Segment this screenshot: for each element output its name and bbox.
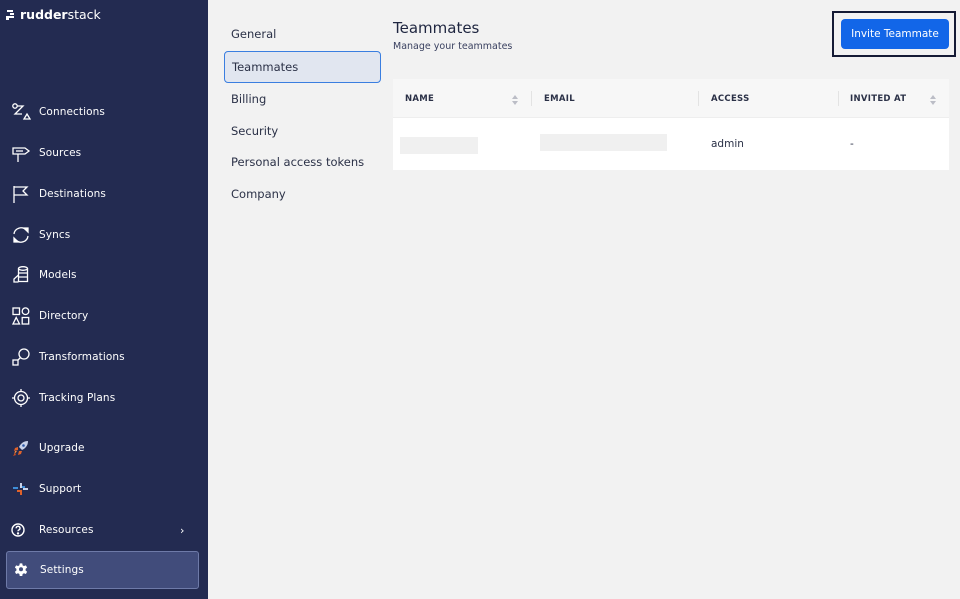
sidebar-item-label: Settings [40, 564, 84, 576]
page-subtitle: Manage your teammates [393, 41, 513, 52]
submenu-item-security[interactable]: Security [224, 115, 381, 147]
sidebar-item-models[interactable]: Models [0, 260, 208, 290]
sidebar-item-sources[interactable]: Sources [0, 138, 208, 168]
gear-icon [15, 561, 35, 581]
email-cell-placeholder [540, 134, 667, 151]
column-divider [838, 91, 839, 106]
sort-icon[interactable] [511, 92, 519, 106]
sidebar-item-label: Tracking Plans [39, 392, 116, 404]
column-header-access: ACCESS [711, 93, 750, 104]
sidebar-item-connections[interactable]: Connections [0, 97, 208, 127]
rudderstack-logo-icon [6, 9, 15, 20]
column-header-name[interactable]: NAME [405, 79, 434, 118]
sync-icon [11, 225, 31, 245]
sidebar-item-label: Connections [39, 106, 105, 118]
sidebar-item-label: Syncs [39, 229, 71, 241]
sidebar-item-label: Upgrade [39, 442, 85, 454]
transform-icon [11, 347, 31, 367]
sidebar-item-syncs[interactable]: Syncs [0, 220, 208, 250]
sidebar: rudder stack Connections Sources Destinat… [0, 0, 208, 599]
submenu-item-personal-access-tokens[interactable]: Personal access tokens [224, 146, 381, 178]
sidebar-item-support[interactable]: Support [0, 474, 208, 504]
sidebar-item-label: Support [39, 483, 82, 495]
submenu-item-teammates[interactable]: Teammates [224, 51, 381, 83]
table-row[interactable]: admin - [393, 118, 949, 170]
signpost-icon [11, 143, 31, 163]
invite-button-focus-ring: Invite Teammate [832, 11, 956, 57]
submenu-item-general[interactable]: General [224, 18, 381, 50]
rudderstack-logo[interactable]: rudder stack [6, 7, 101, 22]
column-divider [698, 91, 699, 106]
sidebar-item-tracking-plans[interactable]: Tracking Plans [0, 383, 208, 413]
sidebar-item-upgrade[interactable]: Upgrade [0, 433, 208, 463]
sort-icon[interactable] [929, 92, 937, 106]
models-icon [11, 265, 31, 285]
submenu-item-company[interactable]: Company [224, 178, 381, 210]
column-header-email: EMAIL [544, 93, 575, 104]
sidebar-item-label: Sources [39, 147, 82, 159]
settings-submenu: General Teammates Billing Security Perso… [208, 0, 388, 599]
column-divider [531, 91, 532, 106]
shapes-icon [11, 306, 31, 326]
brand-name-light: stack [67, 7, 101, 22]
target-icon [11, 388, 31, 408]
teammates-table: NAME EMAIL ACCESS INVITED AT admin - [393, 79, 949, 170]
page-title: Teammates [393, 19, 480, 37]
connections-icon [11, 102, 31, 122]
sidebar-item-label: Destinations [39, 188, 106, 200]
name-cell-placeholder [400, 137, 478, 154]
invite-teammate-button[interactable]: Invite Teammate [841, 19, 949, 49]
flag-icon [11, 184, 31, 204]
sidebar-item-label: Directory [39, 310, 89, 322]
column-header-invited-at[interactable]: INVITED AT [850, 79, 906, 118]
sidebar-item-directory[interactable]: Directory [0, 301, 208, 331]
question-icon [11, 520, 31, 540]
sidebar-item-label: Models [39, 269, 77, 281]
rocket-icon [11, 438, 31, 458]
submenu-item-billing[interactable]: Billing [224, 83, 381, 115]
sidebar-item-label: Resources [39, 524, 94, 536]
sidebar-item-destinations[interactable]: Destinations [0, 179, 208, 209]
sidebar-item-transformations[interactable]: Transformations [0, 342, 208, 372]
table-header: NAME EMAIL ACCESS INVITED AT [393, 79, 949, 118]
sidebar-item-settings[interactable]: Settings [6, 551, 199, 589]
sidebar-item-resources[interactable]: Resources › [0, 515, 208, 545]
invited-at-cell: - [850, 138, 854, 150]
sidebar-item-label: Transformations [39, 351, 125, 363]
slack-icon [11, 479, 31, 499]
main-content: Teammates Manage your teammates Invite T… [393, 0, 960, 599]
chevron-right-icon: › [180, 523, 185, 537]
access-cell: admin [711, 138, 744, 150]
brand-name-bold: rudder [20, 7, 68, 22]
